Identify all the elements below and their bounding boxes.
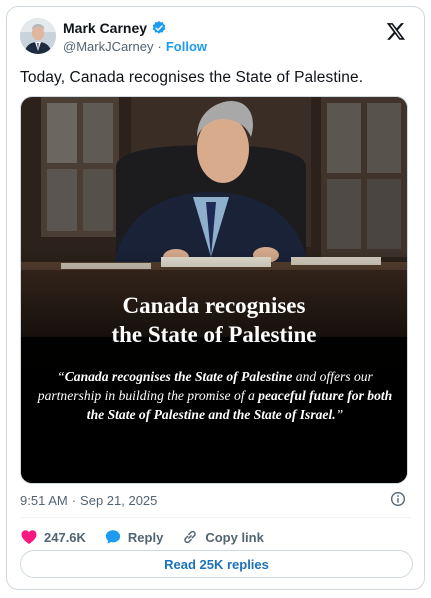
media-quote: “Canada recognises the State of Palestin… <box>35 367 395 424</box>
quote-bold-1: Canada recognises the State of Palestine <box>64 369 293 384</box>
author-name-row: Mark Carney <box>63 20 167 36</box>
tweet-date: Sep 21, 2025 <box>80 493 158 508</box>
author-handle-row: @MarkJCarney · Follow <box>63 39 207 54</box>
timestamp-separator: · <box>71 493 77 508</box>
heart-icon <box>21 530 37 544</box>
action-bar: 247.6K Reply Copy link <box>20 526 282 548</box>
author-handle[interactable]: @MarkJCarney <box>63 39 154 54</box>
reply-bubble-icon <box>105 530 121 544</box>
copy-link-label: Copy link <box>205 529 264 545</box>
reply-label: Reply <box>127 529 164 545</box>
quote-close-mark: ” <box>335 407 344 422</box>
verified-badge-icon <box>152 21 166 34</box>
like-button[interactable]: 247.6K <box>20 528 86 546</box>
timestamp[interactable]: 9:51 AM · Sep 21, 2025 <box>20 493 157 508</box>
copy-link-button[interactable]: Copy link <box>181 528 264 546</box>
avatar-image <box>20 18 56 54</box>
headline-line-2: the State of Palestine <box>111 322 317 347</box>
x-logo-icon[interactable] <box>386 21 406 41</box>
read-replies-button[interactable]: Read 25K replies <box>20 550 413 578</box>
headline-line-1: Canada recognises <box>122 293 306 318</box>
author-name[interactable]: Mark Carney <box>63 20 147 36</box>
link-icon <box>184 530 197 544</box>
handle-separator: · <box>157 39 162 54</box>
info-icon[interactable] <box>390 491 406 507</box>
divider <box>20 517 411 518</box>
reply-button[interactable]: Reply <box>104 528 163 546</box>
tweet-media[interactable]: Canada recognises the State of Palestine… <box>20 96 408 484</box>
quote-open-mark: “ <box>57 369 65 384</box>
media-headline: Canada recognises the State of Palestine <box>21 291 407 349</box>
tweet-card: Mark Carney @MarkJCarney · Follow Today,… <box>6 6 425 590</box>
like-count: 247.6K <box>44 529 86 545</box>
avatar[interactable] <box>20 18 56 54</box>
tweet-text: Today, Canada recognises the State of Pa… <box>20 69 364 86</box>
follow-button[interactable]: Follow <box>166 39 207 54</box>
tweet-time: 9:51 AM <box>20 493 68 508</box>
